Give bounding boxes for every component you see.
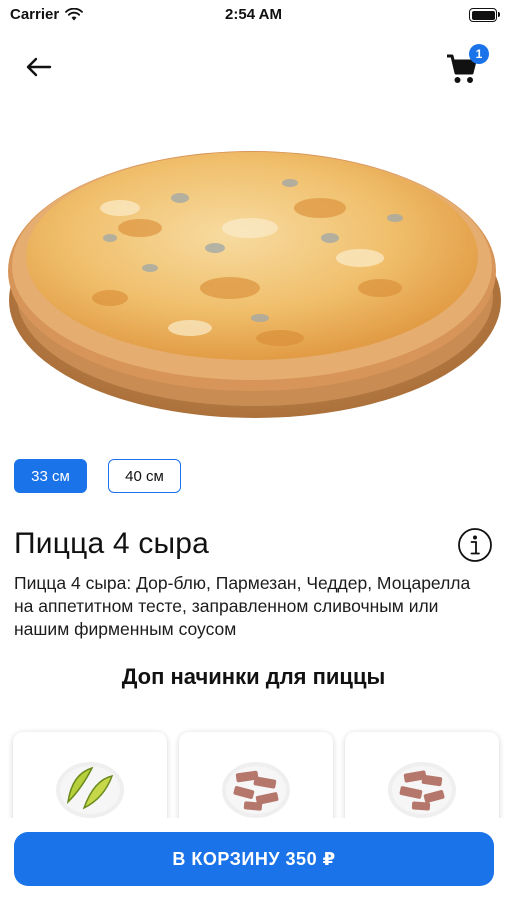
size-selector: 33 см 40 см xyxy=(14,459,181,493)
cart-count-badge: 1 xyxy=(469,44,489,64)
product-title: Пицца 4 сыра xyxy=(14,527,210,560)
status-bar: Carrier 2:54 AM xyxy=(0,0,507,32)
arrow-left-icon xyxy=(26,57,52,77)
product-description: Пицца 4 сыра: Дор-блю, Пармезан, Чеддер,… xyxy=(14,573,471,639)
size-option-33[interactable]: 33 см xyxy=(14,459,87,493)
lime-slices-icon xyxy=(56,762,124,818)
toppings-title: Доп начинки для пиццы xyxy=(121,664,386,689)
add-to-cart-button[interactable]: В КОРЗИНУ 350 ₽ xyxy=(14,832,494,886)
info-icon xyxy=(458,528,492,562)
nav-bar: 1 xyxy=(0,44,507,92)
info-button[interactable] xyxy=(457,527,493,563)
back-button[interactable] xyxy=(22,50,56,84)
pizza-image xyxy=(8,151,501,418)
meat-pieces-icon xyxy=(388,762,456,818)
product-image xyxy=(0,88,507,428)
cart-button[interactable]: 1 xyxy=(445,44,489,88)
battery-icon xyxy=(469,8,500,22)
clock: 2:54 AM xyxy=(225,6,282,23)
size-option-40[interactable]: 40 см xyxy=(108,459,181,493)
meat-pieces-icon xyxy=(222,762,290,818)
